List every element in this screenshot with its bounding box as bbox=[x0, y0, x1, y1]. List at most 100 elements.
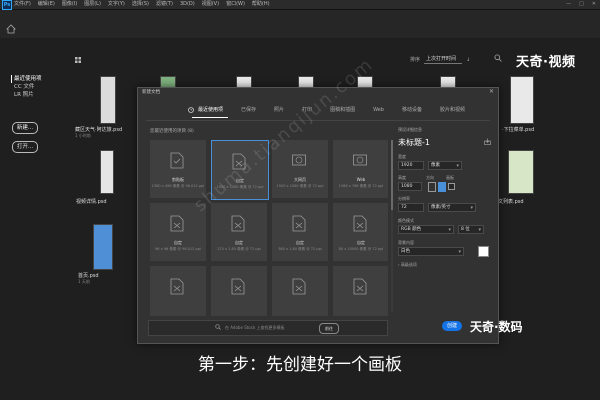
document-icon bbox=[231, 278, 245, 295]
sidebar-item-lr-photos[interactable]: LR 照片 bbox=[14, 91, 42, 99]
menu-view[interactable]: 视图(V) bbox=[202, 0, 219, 9]
preset-scrollbar-thumb[interactable] bbox=[391, 140, 393, 210]
menu-help[interactable]: 帮助(H) bbox=[252, 0, 270, 9]
preset-card[interactable]: Web 1366 x 768 像素 @ 72 ppi bbox=[333, 140, 388, 198]
file-name[interactable]: 视频详情.psd bbox=[76, 198, 107, 205]
file-thumbnail[interactable] bbox=[100, 76, 116, 124]
document-name-field[interactable]: 未标题-1 bbox=[398, 137, 430, 148]
artboard-label: 画板 bbox=[446, 175, 454, 180]
new-document-dialog: 新建文档 ✕ 最近使用项 已保存 照片 打印 图稿和插图 Web 移动设备 胶片… bbox=[137, 87, 499, 344]
preset-size: 360 x 1.80 像素 @ 72 ppi bbox=[278, 247, 322, 251]
create-button[interactable]: 创建 bbox=[442, 321, 462, 331]
file-name[interactable]: 藏区天气·阿达旅.psd bbox=[75, 126, 122, 133]
sidebar-item-cc-files[interactable]: CC 文件 bbox=[14, 83, 42, 91]
preset-size: 270 x 1.85 像素 @ 72 ppi bbox=[217, 247, 261, 251]
width-input[interactable]: 1920 bbox=[398, 161, 424, 170]
minimize-button[interactable]: — bbox=[566, 0, 571, 9]
file-thumbnail[interactable] bbox=[100, 150, 114, 194]
preset-card[interactable] bbox=[333, 266, 388, 316]
resolution-unit-select[interactable]: 像素/英寸 bbox=[428, 203, 476, 212]
preset-card[interactable]: 自定 80 x 10000 像素 @ 72 ppi bbox=[333, 203, 388, 261]
sort-direction-icon[interactable]: ↓ bbox=[466, 57, 470, 63]
tab-web[interactable]: Web bbox=[364, 105, 393, 115]
file-thumbnail[interactable] bbox=[93, 224, 113, 270]
close-window-button[interactable]: ✕ bbox=[592, 0, 596, 9]
home-icon[interactable] bbox=[6, 24, 16, 34]
tab-label: 最近使用项 bbox=[198, 107, 224, 113]
adobe-stock-bar: 在 Adobe Stock 上查找更多模板 前往 bbox=[148, 320, 388, 336]
advanced-options-toggle[interactable]: › 高级选项 bbox=[398, 262, 417, 268]
sidebar-item-recent[interactable]: 最近使用项 bbox=[11, 75, 42, 83]
orientation-label: 方向 bbox=[426, 175, 434, 180]
file-thumbnail[interactable] bbox=[510, 76, 534, 124]
grid-view-icon[interactable] bbox=[75, 57, 81, 63]
artboard-checkbox[interactable] bbox=[448, 183, 455, 190]
background-select[interactable]: 白色 bbox=[398, 247, 464, 256]
preset-name: Web bbox=[356, 177, 366, 182]
resolution-input[interactable]: 72 bbox=[398, 203, 424, 212]
menu-bar: 文件(F) 编辑(E) 图像(I) 图层(L) 文字(Y) 选择(S) 滤镜(T… bbox=[14, 0, 270, 9]
open-button[interactable]: 打开... bbox=[12, 141, 38, 153]
tab-saved[interactable]: 已保存 bbox=[232, 105, 265, 115]
sort-select[interactable]: 上次打开时间 bbox=[424, 55, 463, 64]
watermark-logo-bottom: 天奇·数码 bbox=[470, 320, 523, 334]
preset-card[interactable] bbox=[272, 266, 328, 316]
dialog-close-icon[interactable]: ✕ bbox=[489, 88, 494, 95]
preset-card[interactable] bbox=[211, 266, 267, 316]
menu-layer[interactable]: 图层(L) bbox=[84, 0, 101, 9]
file-name[interactable]: 首页.psd bbox=[78, 272, 99, 279]
new-button[interactable]: 新建... bbox=[12, 122, 38, 134]
preset-card[interactable]: 自定 270 x 1.85 像素 @ 72 ppi bbox=[211, 203, 267, 261]
tutorial-caption: 第一步：先创建好一个画板 bbox=[198, 355, 402, 375]
sort-label: 排序 bbox=[410, 57, 421, 63]
tab-mobile[interactable]: 移动设备 bbox=[393, 105, 431, 115]
sort-control: 排序 上次打开时间 ↓ bbox=[410, 55, 470, 64]
tab-divider bbox=[146, 120, 490, 121]
document-icon bbox=[231, 215, 245, 232]
menu-type[interactable]: 文字(Y) bbox=[108, 0, 125, 9]
menu-image[interactable]: 图像(I) bbox=[62, 0, 77, 9]
preset-name: 自定 bbox=[296, 240, 304, 245]
document-icon bbox=[170, 278, 184, 295]
stock-search-input[interactable]: 在 Adobe Stock 上查找更多模板 bbox=[225, 325, 285, 331]
preset-card[interactable] bbox=[150, 266, 206, 316]
landscape-orientation-button[interactable] bbox=[438, 182, 446, 192]
document-icon bbox=[353, 215, 367, 232]
color-mode-select[interactable]: RGB 颜色 bbox=[398, 225, 454, 234]
preset-size: 1380 x 496 像素 @ 96.012 ppi bbox=[151, 184, 205, 188]
file-meta: 1 天前 bbox=[78, 279, 90, 284]
menu-window[interactable]: 窗口(W) bbox=[226, 0, 245, 9]
file-name[interactable]: 文列表.psd bbox=[498, 198, 524, 205]
tab-recent[interactable]: 最近使用项 bbox=[188, 105, 232, 118]
tab-film-video[interactable]: 胶片和视频 bbox=[431, 105, 474, 115]
photoshop-logo: Ps bbox=[2, 0, 12, 10]
file-name[interactable]: ·下拉菜单.psd bbox=[502, 126, 534, 133]
web-document-icon bbox=[353, 154, 367, 166]
preset-details-panel: 预设详细信息 未标题-1 宽度 1920 像素 高度 方向 画板 1080 分辨… bbox=[398, 122, 494, 342]
menu-3d[interactable]: 3D(D) bbox=[180, 0, 195, 9]
search-icon[interactable] bbox=[494, 54, 502, 62]
preset-card[interactable]: 自定 96 x 96 像素 @ 96.012 ppi bbox=[150, 203, 206, 261]
menu-file[interactable]: 文件(F) bbox=[14, 0, 31, 9]
menu-select[interactable]: 选择(S) bbox=[132, 0, 149, 9]
advanced-options-label: 高级选项 bbox=[400, 262, 417, 267]
width-unit-select[interactable]: 像素 bbox=[428, 161, 462, 170]
menu-edit[interactable]: 编辑(E) bbox=[38, 0, 55, 9]
portrait-orientation-button[interactable] bbox=[428, 182, 436, 192]
watermark-logo-top: 天奇·视频 bbox=[516, 55, 576, 70]
file-meta: 1 小时前 bbox=[75, 133, 91, 138]
menu-filter[interactable]: 滤镜(T) bbox=[156, 0, 173, 9]
stock-go-button[interactable]: 前往 bbox=[319, 323, 339, 334]
options-bar bbox=[0, 10, 600, 38]
maximize-button[interactable]: □ bbox=[579, 0, 584, 9]
tab-photo[interactable]: 照片 bbox=[265, 105, 293, 115]
save-preset-icon[interactable] bbox=[484, 138, 491, 145]
background-color-swatch[interactable] bbox=[478, 246, 489, 257]
background-label: 背景内容 bbox=[398, 240, 414, 245]
preset-card[interactable]: 剪贴板 1380 x 496 像素 @ 96.012 ppi bbox=[150, 140, 206, 198]
file-thumbnail[interactable] bbox=[508, 150, 534, 194]
document-icon bbox=[292, 278, 306, 295]
bit-depth-select[interactable]: 8 位 bbox=[458, 225, 484, 234]
preset-card[interactable]: 自定 360 x 1.80 像素 @ 72 ppi bbox=[272, 203, 328, 261]
height-input[interactable]: 1080 bbox=[398, 182, 422, 191]
